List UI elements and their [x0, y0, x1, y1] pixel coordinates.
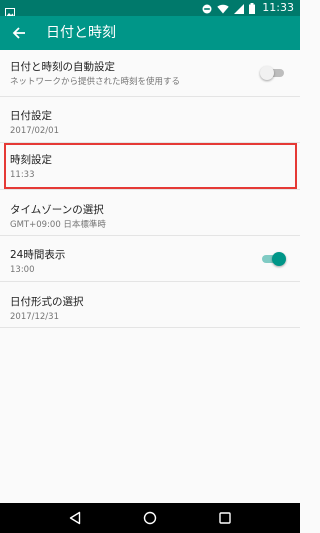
setting-title: タイムゾーンの選択 [10, 204, 104, 216]
navigation-bar [0, 503, 300, 533]
setting-date-format[interactable]: 日付形式の選択 2017/12/31 [0, 282, 300, 328]
nav-back-icon[interactable] [55, 503, 95, 533]
app-bar: 日付と時刻 [0, 16, 300, 50]
status-bar: 11:33 [0, 0, 300, 18]
setting-title: 日付設定 [10, 110, 52, 122]
page-title: 日付と時刻 [46, 25, 116, 41]
auto-date-time-switch[interactable] [260, 66, 286, 80]
setting-time-zone[interactable]: タイムゾーンの選択 GMT+09:00 日本標準時 [0, 190, 300, 236]
cellular-signal-icon [234, 0, 245, 18]
setting-summary: 13:00 [10, 265, 35, 275]
setting-24-hour-format[interactable]: 24時間表示 13:00 [0, 236, 300, 282]
battery-icon [249, 0, 256, 18]
switch-thumb [260, 66, 274, 80]
setting-auto-date-time[interactable]: 日付と時刻の自動設定 ネットワークから提供された時刻を使用する [0, 50, 300, 97]
setting-set-time[interactable]: 時刻設定 11:33 [0, 143, 300, 190]
setting-title: 24時間表示 [10, 249, 66, 261]
setting-title: 日付と時刻の自動設定 [10, 61, 115, 73]
switch-thumb [272, 251, 286, 266]
back-arrow-icon[interactable] [8, 22, 30, 44]
status-time: 11:33 [262, 1, 294, 14]
do-not-disturb-icon [202, 0, 212, 18]
setting-title: 日付形式の選択 [10, 296, 84, 308]
settings-list: 日付と時刻の自動設定 ネットワークから提供された時刻を使用する 日付設定 201… [0, 50, 300, 328]
setting-summary: 11:33 [10, 170, 35, 180]
setting-set-date[interactable]: 日付設定 2017/02/01 [0, 97, 300, 143]
wifi-icon [217, 0, 229, 18]
nav-home-icon[interactable] [130, 503, 170, 533]
nav-recents-icon[interactable] [205, 503, 245, 533]
setting-summary: ネットワークから提供された時刻を使用する [10, 77, 181, 87]
setting-title: 時刻設定 [10, 154, 52, 166]
setting-summary: 2017/02/01 [10, 126, 59, 136]
24-hour-format-switch[interactable] [260, 251, 286, 266]
image-notification-icon [5, 3, 15, 18]
setting-summary: 2017/12/31 [10, 312, 59, 322]
setting-summary: GMT+09:00 日本標準時 [10, 220, 106, 230]
